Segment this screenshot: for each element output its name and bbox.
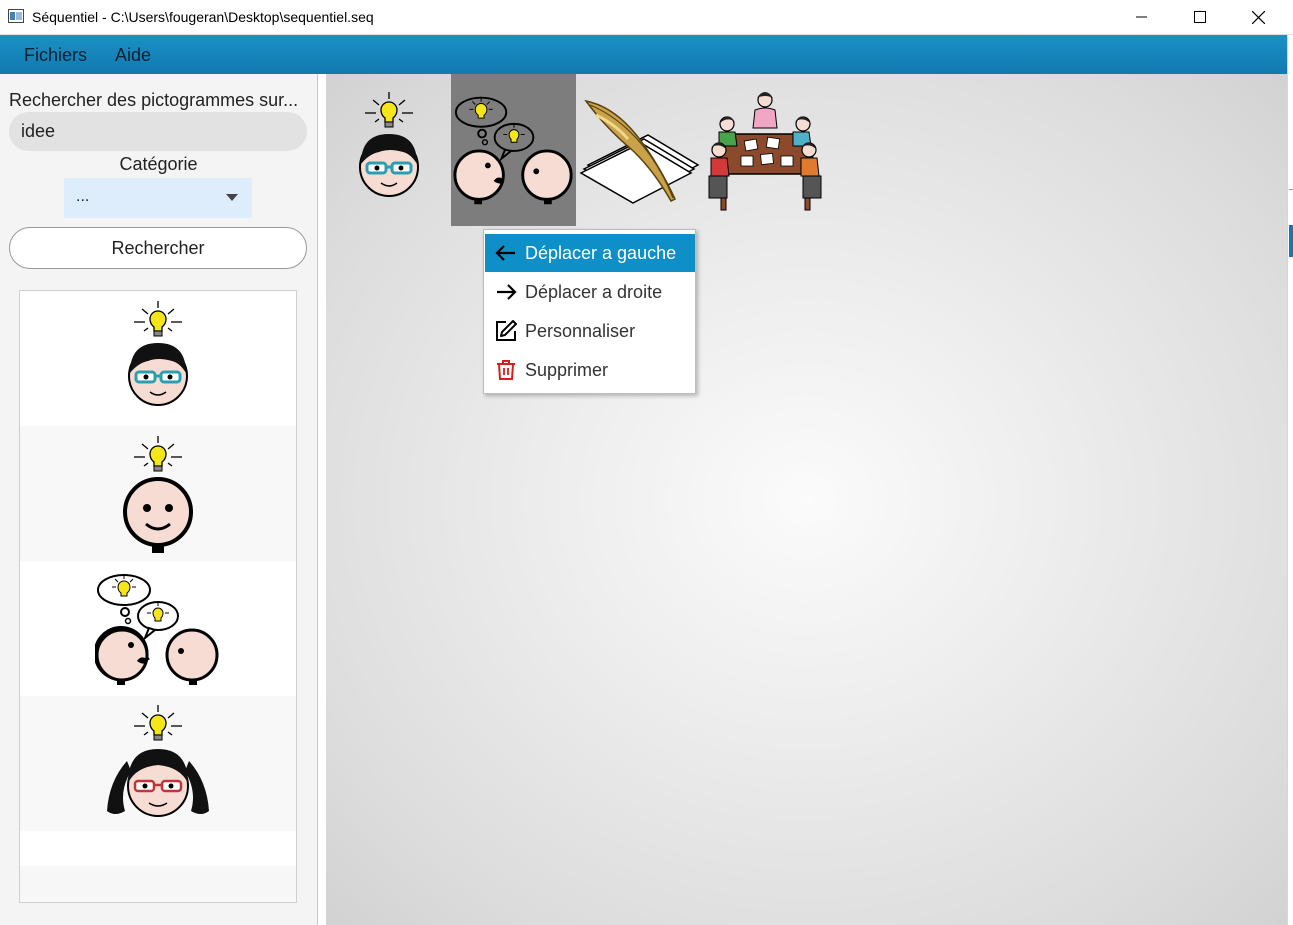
category-select[interactable]: ...	[64, 178, 252, 218]
search-label: Rechercher des pictogrammes sur...	[9, 90, 299, 110]
meeting-table-icon	[708, 92, 821, 211]
search-input[interactable]	[9, 112, 307, 151]
title-bar: Séquentiel - C:\Users\fougeran\Desktop\s…	[0, 0, 1293, 35]
minimize-button[interactable]	[1112, 0, 1172, 34]
sequence-item[interactable]	[576, 74, 701, 226]
menu-item-label: Personnaliser	[525, 321, 636, 341]
idea-girl-glasses-icon	[107, 704, 209, 817]
maximize-icon	[1194, 11, 1206, 23]
idea-boy-glasses-icon	[358, 92, 419, 197]
context-menu: Déplacer a gauche Déplacer a droite Pers…	[483, 229, 696, 394]
arrow-right-icon	[497, 284, 517, 300]
idea-conversation-icon	[452, 96, 573, 205]
sequence-item[interactable]	[701, 74, 826, 226]
menu-item-delete[interactable]: Supprimer	[485, 351, 695, 389]
result-item[interactable]	[20, 696, 296, 831]
idea-conversation-icon	[95, 573, 219, 685]
chevron-down-icon	[226, 194, 238, 201]
menu-fichiers[interactable]: Fichiers	[24, 45, 87, 66]
sequence-item[interactable]	[326, 74, 451, 226]
result-item[interactable]	[20, 426, 296, 561]
category-label: Catégorie	[119, 154, 198, 174]
menu-aide[interactable]: Aide	[115, 45, 151, 66]
result-item[interactable]	[20, 561, 296, 696]
sequence-area	[326, 74, 1287, 925]
window-edge	[1287, 35, 1293, 925]
menu-item-move-left[interactable]: Déplacer a gauche	[485, 234, 695, 272]
close-button[interactable]	[1228, 0, 1288, 34]
edit-icon	[496, 320, 517, 341]
close-icon	[1251, 10, 1265, 24]
menu-bar: Fichiers Aide	[0, 35, 1287, 74]
app-icon	[8, 9, 24, 23]
menu-item-customize[interactable]: Personnaliser	[485, 312, 695, 350]
menu-item-label: Déplacer a gauche	[525, 243, 677, 263]
result-item[interactable]	[20, 291, 296, 426]
menu-item-move-right[interactable]: Déplacer a droite	[485, 273, 695, 311]
search-button[interactable]: Rechercher	[9, 227, 307, 269]
category-value: ...	[76, 188, 90, 205]
idea-boy-glasses-icon	[128, 300, 188, 406]
minimize-icon	[1136, 16, 1147, 18]
idea-face-icon	[123, 435, 193, 553]
maximize-button[interactable]	[1170, 0, 1230, 34]
quill-paper-icon	[578, 99, 700, 204]
trash-icon	[497, 360, 515, 380]
sidebar: Rechercher des pictogrammes sur... Catég…	[0, 74, 318, 925]
results-list[interactable]	[19, 290, 297, 903]
sequence-item-selected[interactable]	[451, 74, 576, 226]
menu-item-label: Supprimer	[525, 360, 609, 380]
window-title: Séquentiel - C:\Users\fougeran\Desktop\s…	[32, 9, 374, 25]
menu-item-label: Déplacer a droite	[525, 282, 663, 302]
arrow-left-icon	[495, 245, 515, 261]
result-item-empty	[20, 831, 296, 866]
